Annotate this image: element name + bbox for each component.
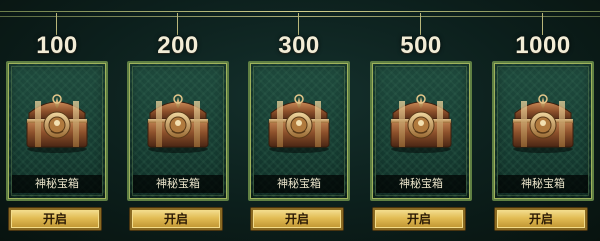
tier-100: 100 神秘宝箱 开启 xyxy=(6,8,108,241)
chest-name: 神秘宝箱 xyxy=(254,175,344,193)
tier-amount: 1000 xyxy=(515,32,571,59)
tier-200: 200 神秘宝箱 开启 xyxy=(127,8,229,241)
chest-card[interactable]: 神秘宝箱 xyxy=(248,61,350,201)
tier-amount: 300 xyxy=(278,32,320,59)
tier-300: 300 神秘宝箱 开启 xyxy=(248,8,350,241)
treasure-chest-icon xyxy=(507,85,579,155)
treasure-chest-icon xyxy=(385,85,457,155)
tier-amount: 100 xyxy=(36,32,78,59)
chest-card[interactable]: 神秘宝箱 xyxy=(127,61,229,201)
chest-name: 神秘宝箱 xyxy=(376,175,466,193)
chest-name: 神秘宝箱 xyxy=(12,175,102,193)
chest-card[interactable]: 神秘宝箱 xyxy=(492,61,594,201)
chest-name: 神秘宝箱 xyxy=(133,175,223,193)
open-button[interactable]: 开启 xyxy=(250,207,344,231)
open-button[interactable]: 开启 xyxy=(129,207,223,231)
treasure-chest-icon xyxy=(21,85,93,155)
chest-card[interactable]: 神秘宝箱 xyxy=(6,61,108,201)
open-button[interactable]: 开启 xyxy=(372,207,466,231)
tier-500: 500 神秘宝箱 开启 xyxy=(370,8,472,241)
chest-card[interactable]: 神秘宝箱 xyxy=(370,61,472,201)
chest-name: 神秘宝箱 xyxy=(498,175,588,193)
treasure-chest-icon xyxy=(142,85,214,155)
tier-amount: 200 xyxy=(157,32,199,59)
open-button[interactable]: 开启 xyxy=(494,207,588,231)
tier-1000: 1000 神秘宝箱 开启 xyxy=(492,8,594,241)
tier-amount: 500 xyxy=(400,32,442,59)
treasure-chest-icon xyxy=(263,85,335,155)
open-button[interactable]: 开启 xyxy=(8,207,102,231)
